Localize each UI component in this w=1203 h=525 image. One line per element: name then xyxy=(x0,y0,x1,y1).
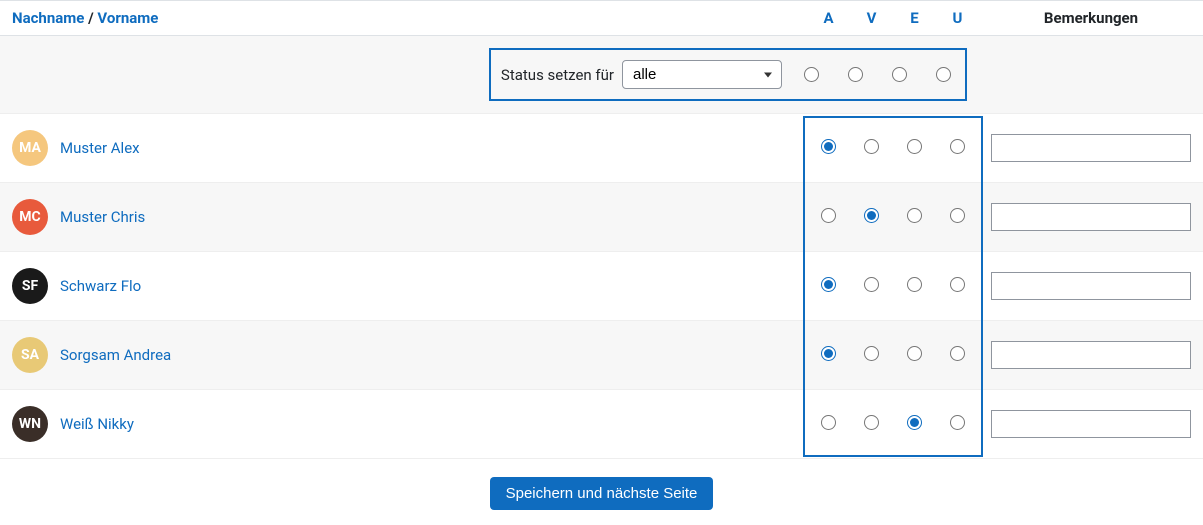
name-separator: / xyxy=(84,9,97,27)
status-radio[interactable] xyxy=(864,208,879,223)
name-header: Nachname / Vorname xyxy=(0,1,807,36)
setall-select[interactable]: alle xyxy=(622,60,782,89)
student-row: SA Sorgsam Andrea xyxy=(0,321,1203,390)
setall-row: Status setzen für alle xyxy=(0,36,1203,114)
avatar[interactable]: SF xyxy=(12,268,48,304)
avatar[interactable]: MA xyxy=(12,130,48,166)
status-radio[interactable] xyxy=(950,208,965,223)
status-radio[interactable] xyxy=(821,415,836,430)
student-name-link[interactable]: Schwarz Flo xyxy=(60,277,141,295)
status-radio[interactable] xyxy=(864,415,879,430)
setall-radio-e[interactable] xyxy=(892,67,907,82)
remarks-input[interactable] xyxy=(991,410,1191,438)
student-name-link[interactable]: Muster Alex xyxy=(60,139,140,157)
sort-nachname-link[interactable]: Nachname xyxy=(12,9,84,27)
status-col-u[interactable]: U xyxy=(936,1,979,36)
student-row: MA Muster Alex xyxy=(0,114,1203,183)
setall-radio-a[interactable] xyxy=(804,67,819,82)
status-radio[interactable] xyxy=(821,277,836,292)
status-radio[interactable] xyxy=(950,346,965,361)
remarks-input[interactable] xyxy=(991,203,1191,231)
student-row: WN Weiß Nikky xyxy=(0,390,1203,459)
status-radio[interactable] xyxy=(950,139,965,154)
student-row: SF Schwarz Flo xyxy=(0,252,1203,321)
status-radio[interactable] xyxy=(950,277,965,292)
remarks-input[interactable] xyxy=(991,272,1191,300)
remarks-input[interactable] xyxy=(991,341,1191,369)
status-radio[interactable] xyxy=(821,208,836,223)
status-radio[interactable] xyxy=(864,277,879,292)
student-name-link[interactable]: Sorgsam Andrea xyxy=(60,346,171,364)
setall-radio-v[interactable] xyxy=(848,67,863,82)
student-name-link[interactable]: Weiß Nikky xyxy=(60,415,134,433)
status-radio[interactable] xyxy=(907,277,922,292)
setall-radio-u[interactable] xyxy=(936,67,951,82)
status-radio[interactable] xyxy=(907,208,922,223)
avatar[interactable]: WN xyxy=(12,406,48,442)
status-radio[interactable] xyxy=(821,346,836,361)
status-col-a[interactable]: A xyxy=(807,1,850,36)
student-row: MC Muster Chris xyxy=(0,183,1203,252)
setall-label: Status setzen für xyxy=(501,66,614,84)
remarks-input[interactable] xyxy=(991,134,1191,162)
status-radio[interactable] xyxy=(864,139,879,154)
status-radio[interactable] xyxy=(821,139,836,154)
avatar[interactable]: SA xyxy=(12,337,48,373)
student-name-link[interactable]: Muster Chris xyxy=(60,208,145,226)
status-radio[interactable] xyxy=(864,346,879,361)
avatar[interactable]: MC xyxy=(12,199,48,235)
status-radio[interactable] xyxy=(907,346,922,361)
status-col-v[interactable]: V xyxy=(850,1,893,36)
status-radio[interactable] xyxy=(907,139,922,154)
setall-highlight: Status setzen für alle xyxy=(489,48,967,101)
status-col-e[interactable]: E xyxy=(893,1,936,36)
status-radio[interactable] xyxy=(950,415,965,430)
sort-vorname-link[interactable]: Vorname xyxy=(97,9,158,27)
attendance-table: Nachname / Vorname A V E U Bemerkungen S… xyxy=(0,0,1203,522)
status-radio[interactable] xyxy=(907,415,922,430)
remarks-header: Bemerkungen xyxy=(979,1,1203,36)
save-next-button[interactable]: Speichern und nächste Seite xyxy=(490,477,714,510)
